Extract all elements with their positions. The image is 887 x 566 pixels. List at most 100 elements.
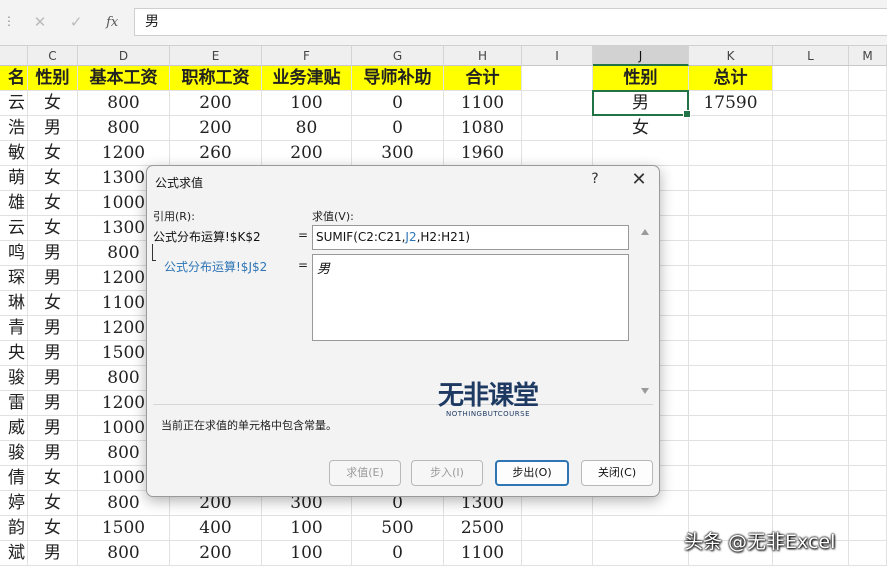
table-cell[interactable]: 韵 (0, 516, 28, 541)
empty-cell[interactable] (849, 366, 887, 391)
table-cell[interactable]: 男 (28, 241, 78, 266)
empty-cell[interactable] (689, 391, 773, 416)
table-cell[interactable]: 1100 (444, 541, 522, 566)
table-cell[interactable]: 男 (28, 116, 78, 141)
table-header-cell[interactable]: 基本工资 (78, 66, 170, 91)
empty-cell[interactable] (773, 216, 849, 241)
empty-cell[interactable] (773, 366, 849, 391)
table-cell[interactable]: 400 (170, 516, 262, 541)
empty-cell[interactable] (522, 516, 593, 541)
table-cell[interactable]: 斌 (0, 541, 28, 566)
table-cell[interactable]: 0 (352, 116, 444, 141)
empty-cell[interactable] (593, 141, 689, 166)
empty-cell[interactable] (593, 541, 689, 566)
table-cell[interactable]: 女 (28, 291, 78, 316)
empty-cell[interactable] (773, 341, 849, 366)
summary-header-cell[interactable]: 总计 (689, 66, 773, 91)
table-cell[interactable]: 央 (0, 341, 28, 366)
empty-cell[interactable] (773, 391, 849, 416)
empty-cell[interactable] (849, 291, 887, 316)
table-cell[interactable]: 青 (0, 316, 28, 341)
empty-cell[interactable] (773, 316, 849, 341)
empty-cell[interactable] (773, 441, 849, 466)
table-cell[interactable]: 浩 (0, 116, 28, 141)
empty-cell[interactable] (773, 116, 849, 141)
close-icon[interactable]: ✕ (629, 169, 649, 190)
empty-cell[interactable] (522, 541, 593, 566)
table-cell[interactable]: 鸣 (0, 241, 28, 266)
table-cell[interactable]: 女 (28, 466, 78, 491)
table-cell[interactable]: 骏 (0, 366, 28, 391)
table-cell[interactable]: 女 (28, 216, 78, 241)
column-header-d[interactable]: D (78, 46, 170, 66)
summary-header-cell[interactable]: 性别 (593, 66, 689, 91)
empty-cell[interactable] (849, 466, 887, 491)
table-cell[interactable]: 琛 (0, 266, 28, 291)
empty-cell[interactable] (689, 441, 773, 466)
empty-cell[interactable] (689, 491, 773, 516)
table-cell[interactable]: 骏 (0, 441, 28, 466)
empty-cell[interactable] (849, 491, 887, 516)
empty-cell[interactable] (689, 366, 773, 391)
table-cell[interactable]: 婷 (0, 491, 28, 516)
table-header-cell[interactable]: 合计 (444, 66, 522, 91)
empty-cell[interactable] (849, 66, 887, 91)
table-cell[interactable]: 0 (352, 541, 444, 566)
empty-cell[interactable] (689, 166, 773, 191)
empty-cell[interactable] (689, 466, 773, 491)
empty-cell[interactable] (773, 141, 849, 166)
table-cell[interactable]: 200 (170, 91, 262, 116)
empty-cell[interactable] (849, 91, 887, 116)
formula-bar-grip-icon[interactable]: ⋮ (3, 14, 15, 28)
table-cell[interactable]: 200 (170, 541, 262, 566)
table-cell[interactable]: 男 (28, 441, 78, 466)
table-cell[interactable]: 女 (28, 191, 78, 216)
table-cell[interactable]: 200 (262, 141, 352, 166)
table-cell[interactable]: 800 (78, 116, 170, 141)
empty-cell[interactable] (849, 116, 887, 141)
empty-cell[interactable] (849, 516, 887, 541)
table-cell[interactable]: 300 (352, 141, 444, 166)
table-cell[interactable]: 100 (262, 516, 352, 541)
empty-cell[interactable] (689, 416, 773, 441)
summary-cell[interactable]: 女 (593, 116, 689, 141)
table-cell[interactable]: 男 (28, 366, 78, 391)
empty-cell[interactable] (773, 241, 849, 266)
empty-cell[interactable] (849, 216, 887, 241)
table-cell[interactable]: 女 (28, 516, 78, 541)
empty-cell[interactable] (773, 91, 849, 116)
table-cell[interactable]: 男 (28, 416, 78, 441)
column-header-m[interactable]: M (849, 46, 887, 66)
empty-cell[interactable] (773, 191, 849, 216)
empty-cell[interactable] (849, 316, 887, 341)
empty-cell[interactable] (773, 466, 849, 491)
table-cell[interactable]: 男 (28, 341, 78, 366)
step-out-button[interactable]: 步出(O) (495, 460, 569, 486)
empty-cell[interactable] (773, 266, 849, 291)
table-cell[interactable]: 1080 (444, 116, 522, 141)
insert-function-icon[interactable]: fx (106, 15, 118, 30)
empty-cell[interactable] (593, 516, 689, 541)
column-header-i[interactable]: I (522, 46, 593, 66)
table-cell[interactable]: 2500 (444, 516, 522, 541)
column-header-f[interactable]: F (262, 46, 352, 66)
table-header-cell[interactable]: 名 (0, 66, 28, 91)
table-cell[interactable]: 倩 (0, 466, 28, 491)
empty-cell[interactable] (522, 91, 593, 116)
column-header-e[interactable]: E (170, 46, 262, 66)
empty-cell[interactable] (849, 166, 887, 191)
empty-cell[interactable] (773, 166, 849, 191)
table-cell[interactable]: 云 (0, 216, 28, 241)
table-cell[interactable]: 女 (28, 91, 78, 116)
table-cell[interactable]: 800 (78, 91, 170, 116)
table-cell[interactable]: 琳 (0, 291, 28, 316)
formula-display[interactable]: SUMIF(C2:C21,J2,H2:H21) (312, 225, 629, 250)
empty-cell[interactable] (773, 416, 849, 441)
empty-cell[interactable] (849, 241, 887, 266)
empty-cell[interactable] (689, 141, 773, 166)
evaluate-button[interactable]: 求值(E) (329, 460, 401, 486)
table-cell[interactable]: 100 (262, 91, 352, 116)
empty-cell[interactable] (849, 191, 887, 216)
scroll-down-icon[interactable] (641, 388, 649, 394)
empty-cell[interactable] (849, 141, 887, 166)
